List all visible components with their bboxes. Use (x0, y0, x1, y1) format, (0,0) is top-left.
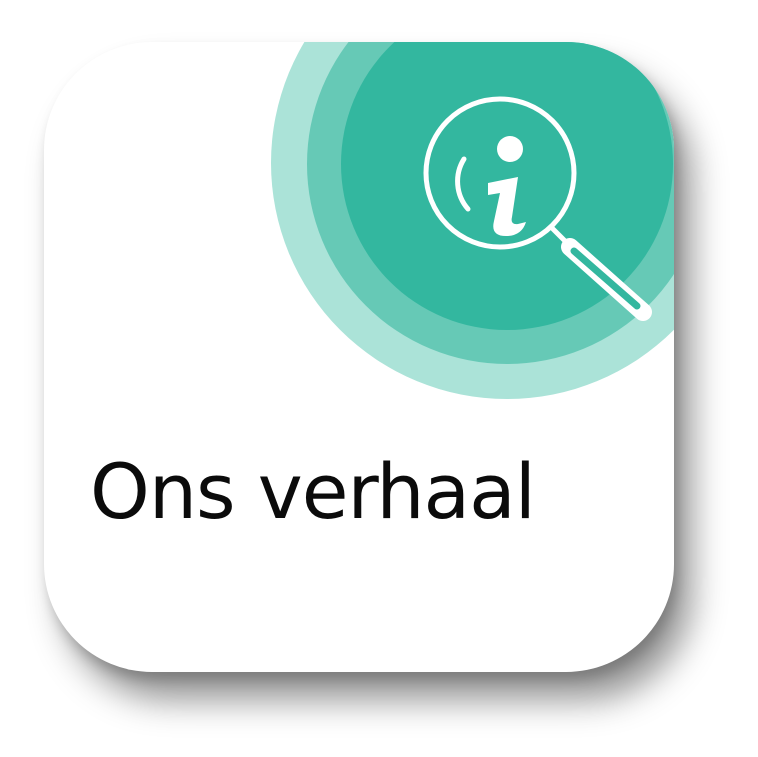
tile-title: Ons verhaal (90, 447, 536, 536)
info-magnifier-icon (423, 96, 652, 321)
ons-verhaal-tile[interactable]: Ons verhaal (44, 42, 674, 672)
app-stage: Ons verhaal (0, 0, 758, 757)
